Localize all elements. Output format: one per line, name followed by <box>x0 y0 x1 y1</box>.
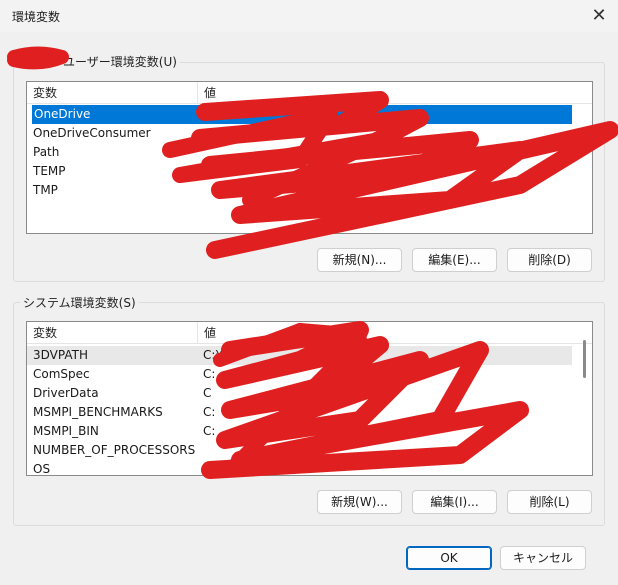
list-item[interactable]: OneDrive <box>32 105 572 124</box>
system-variables-label: システム環境変数(S) <box>20 294 139 311</box>
variable-value: C: <box>203 367 216 381</box>
user-list-header: 変数 値 <box>27 82 592 104</box>
variable-value: C <box>203 386 212 400</box>
ok-button[interactable]: OK <box>406 546 492 570</box>
variable-value: C: <box>203 424 216 438</box>
user-variables-list[interactable]: 変数 値 OneDrive OneDriveConsumer Path TEMP… <box>26 81 593 234</box>
variable-name: DriverData <box>33 386 99 400</box>
list-item[interactable]: TMP <box>27 181 592 200</box>
system-list-header: 変数 値 <box>27 322 592 344</box>
variable-name: OneDriveConsumer <box>33 126 151 140</box>
system-delete-button[interactable]: 削除(L) <box>507 490 592 514</box>
variable-name: MSMPI_BIN <box>33 424 99 438</box>
close-button[interactable]: ✕ <box>586 2 612 28</box>
variable-name: TEMP <box>33 164 66 178</box>
variable-name: NUMBER_OF_PROCESSORS <box>33 443 196 457</box>
system-variables-list[interactable]: 変数 値 3DVPATH C:¥ ComSpec C: DriverData C… <box>26 321 593 476</box>
variable-name: ComSpec <box>33 367 90 381</box>
user-edit-button[interactable]: 編集(E)... <box>412 248 497 272</box>
variable-name: TMP <box>33 183 58 197</box>
variable-name: Path <box>33 145 60 159</box>
list-item[interactable]: 3DVPATH C:¥ <box>27 346 572 365</box>
variable-value: C: <box>203 405 216 419</box>
list-item[interactable]: NUMBER_OF_PROCESSORS <box>27 441 592 460</box>
list-item[interactable]: OneDriveConsumer <box>27 124 592 143</box>
title-bar: 環境変数 ✕ <box>0 0 618 32</box>
system-new-button[interactable]: 新規(W)... <box>317 490 402 514</box>
window-title: 環境変数 <box>12 10 61 24</box>
close-icon: ✕ <box>591 4 607 26</box>
variable-name: OS <box>33 462 51 476</box>
variable-name: OneDrive <box>34 107 91 121</box>
cancel-button[interactable]: キャンセル <box>500 546 586 570</box>
list-item[interactable]: Path <box>27 143 592 162</box>
list-item[interactable]: DriverData C <box>27 384 592 403</box>
user-variables-label: ユーザー環境変数(U) <box>60 53 180 70</box>
column-header-variable[interactable]: 変数 <box>27 322 197 344</box>
scrollbar-thumb[interactable] <box>583 340 586 378</box>
column-header-value[interactable]: 値 <box>197 322 592 344</box>
variable-name: 3DVPATH <box>33 348 88 362</box>
user-delete-button[interactable]: 削除(D) <box>507 248 592 272</box>
list-item[interactable]: ComSpec C: <box>27 365 592 384</box>
variable-value: C:¥ <box>203 348 224 362</box>
variable-name: MSMPI_BENCHMARKS <box>33 405 163 419</box>
column-header-variable[interactable]: 変数 <box>27 82 197 104</box>
system-edit-button[interactable]: 編集(I)... <box>412 490 497 514</box>
list-item[interactable]: MSMPI_BENCHMARKS C: <box>27 403 592 422</box>
column-header-value[interactable]: 値 <box>197 82 592 104</box>
list-item[interactable]: OS <box>27 460 592 476</box>
list-item[interactable]: TEMP <box>27 162 592 181</box>
user-new-button[interactable]: 新規(N)... <box>317 248 402 272</box>
list-item[interactable]: MSMPI_BIN C: <box>27 422 592 441</box>
